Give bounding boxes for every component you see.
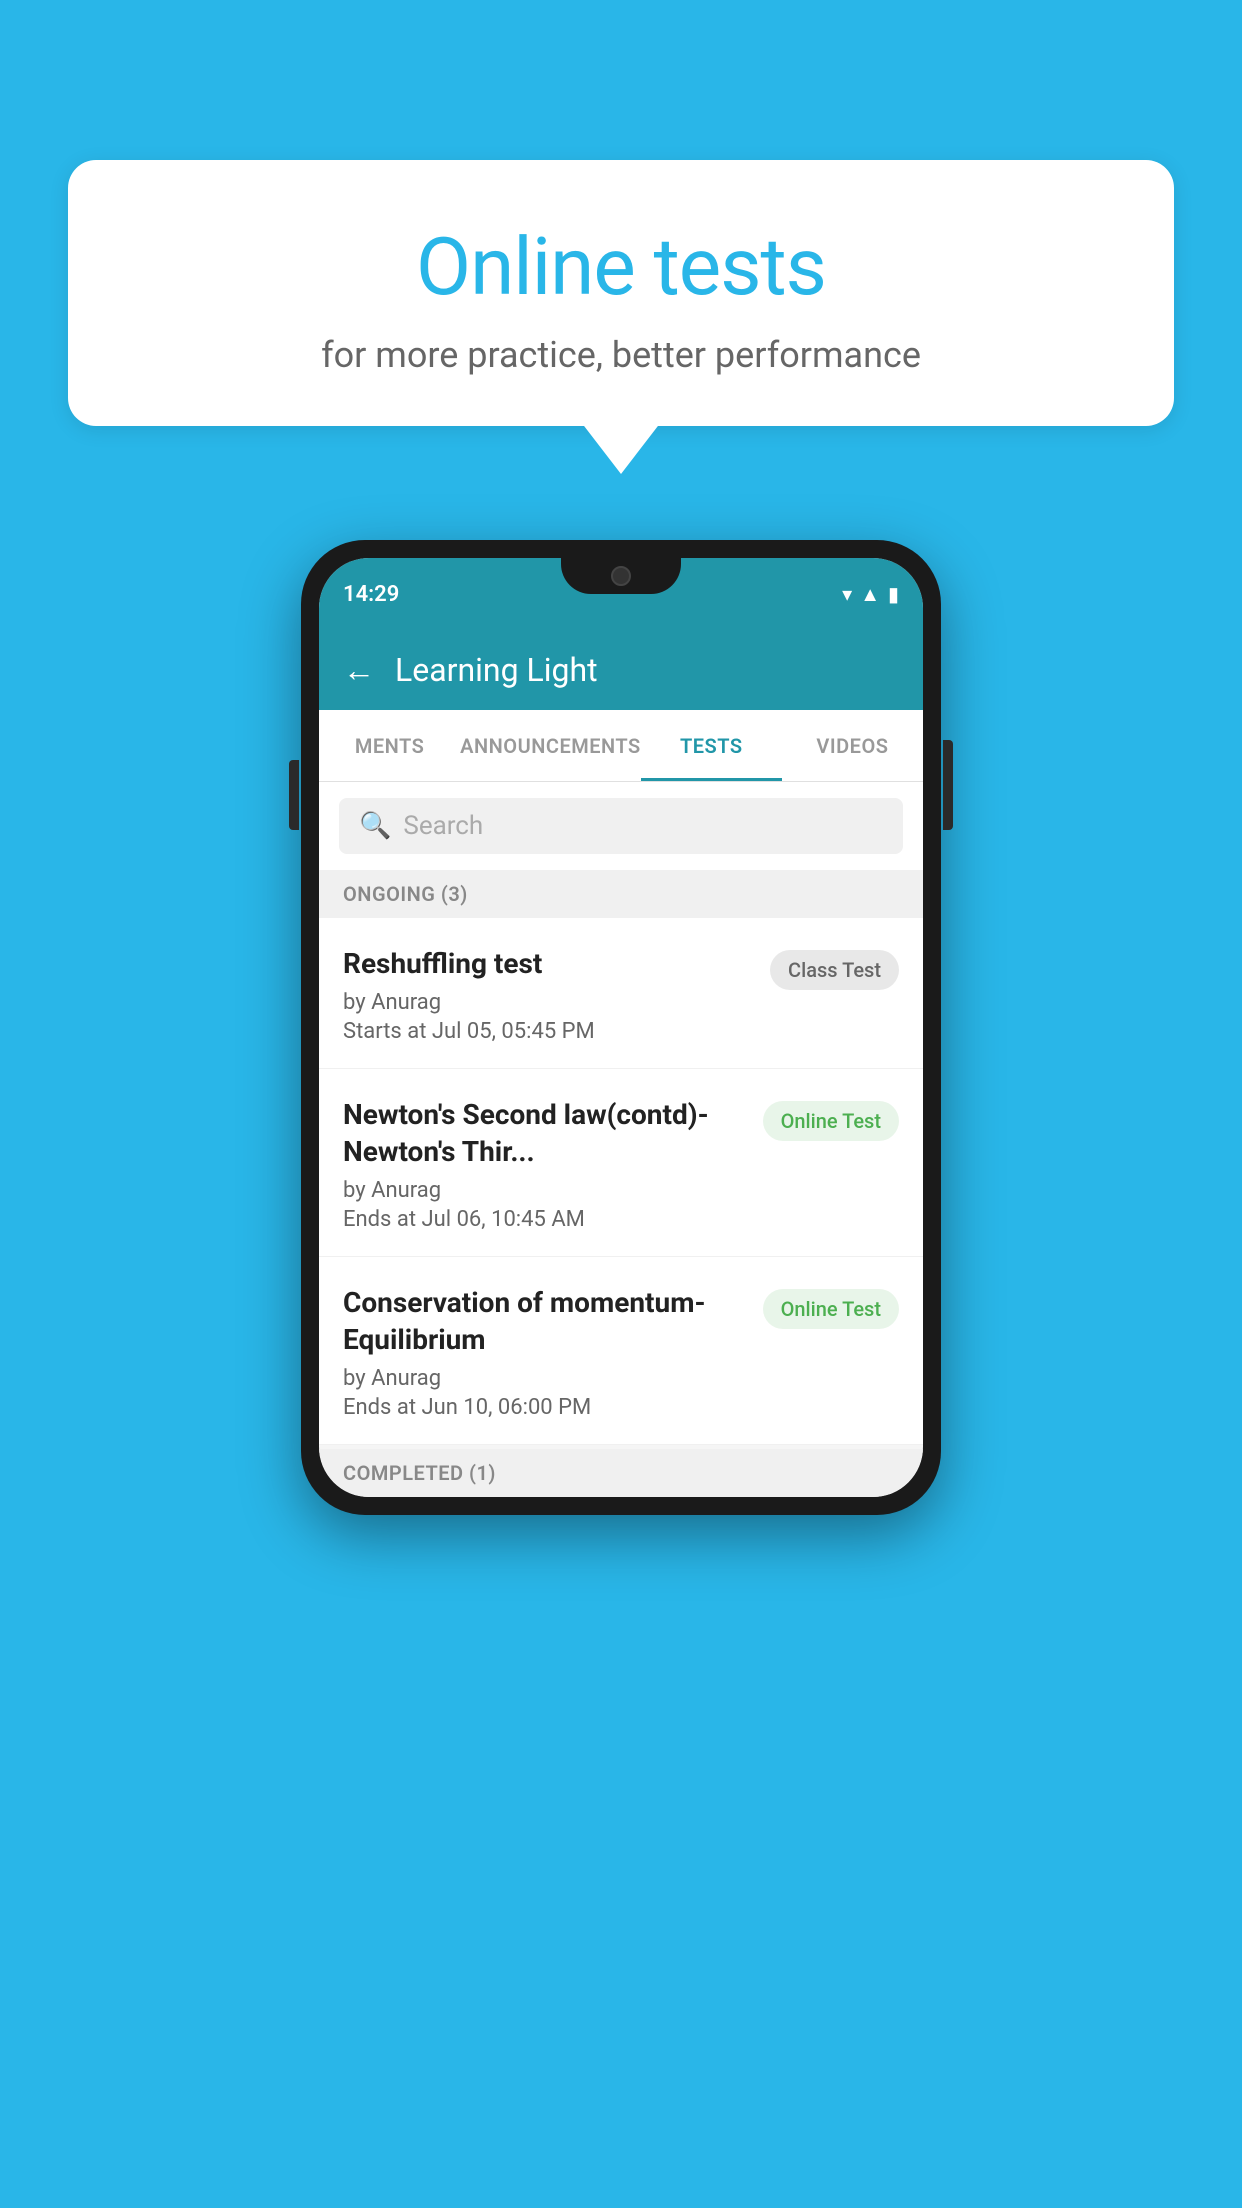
wifi-icon: ▾ (842, 582, 852, 606)
test-item-reshuffling[interactable]: Reshuffling test by Anurag Starts at Jul… (319, 918, 923, 1069)
app-title: Learning Light (395, 651, 598, 689)
phone-mockup: 14:29 ▾ ▲ ▮ ← Learning Light MENTS (301, 540, 941, 1515)
completed-section-header: COMPLETED (1) (319, 1449, 923, 1497)
test-badge-1: Class Test (770, 950, 899, 990)
phone-screen: 14:29 ▾ ▲ ▮ ← Learning Light MENTS (319, 558, 923, 1497)
test-time-1: Starts at Jul 05, 05:45 PM (343, 1019, 754, 1044)
tab-videos[interactable]: VIDEOS (782, 710, 923, 781)
test-badge-2: Online Test (763, 1101, 899, 1141)
ongoing-section-header: ONGOING (3) (319, 870, 923, 918)
tab-announcements[interactable]: ANNOUNCEMENTS (460, 710, 641, 781)
status-bar: 14:29 ▾ ▲ ▮ (319, 558, 923, 630)
test-info-3: Conservation of momentum-Equilibrium by … (343, 1285, 763, 1420)
test-info-1: Reshuffling test by Anurag Starts at Jul… (343, 946, 770, 1044)
tab-ments[interactable]: MENTS (319, 710, 460, 781)
test-name-2: Newton's Second law(contd)-Newton's Thir… (343, 1097, 747, 1170)
test-name-3: Conservation of momentum-Equilibrium (343, 1285, 747, 1358)
completed-label: COMPLETED (1) (343, 1461, 496, 1485)
phone-outer: 14:29 ▾ ▲ ▮ ← Learning Light MENTS (301, 540, 941, 1515)
app-header: ← Learning Light (319, 630, 923, 710)
test-time-2: Ends at Jul 06, 10:45 AM (343, 1207, 747, 1232)
test-author-1: by Anurag (343, 990, 754, 1015)
test-item-newton[interactable]: Newton's Second law(contd)-Newton's Thir… (319, 1069, 923, 1257)
battery-icon: ▮ (888, 582, 899, 606)
status-time: 14:29 (343, 582, 399, 607)
test-time-3: Ends at Jun 10, 06:00 PM (343, 1395, 747, 1420)
promo-card: Online tests for more practice, better p… (68, 160, 1174, 426)
tab-tests[interactable]: TESTS (641, 710, 782, 781)
search-input[interactable]: Search (403, 811, 483, 841)
test-author-3: by Anurag (343, 1366, 747, 1391)
back-button[interactable]: ← (343, 651, 375, 689)
search-bar[interactable]: 🔍 Search (339, 798, 903, 854)
test-list: Reshuffling test by Anurag Starts at Jul… (319, 918, 923, 1445)
tabs-bar: MENTS ANNOUNCEMENTS TESTS VIDEOS (319, 710, 923, 782)
test-item-conservation[interactable]: Conservation of momentum-Equilibrium by … (319, 1257, 923, 1445)
test-info-2: Newton's Second law(contd)-Newton's Thir… (343, 1097, 763, 1232)
notch-cutout (561, 558, 681, 594)
ongoing-label: ONGOING (3) (343, 882, 468, 906)
test-author-2: by Anurag (343, 1178, 747, 1203)
test-badge-3: Online Test (763, 1289, 899, 1329)
camera-notch (611, 566, 631, 586)
test-name-1: Reshuffling test (343, 946, 754, 982)
promo-title: Online tests (108, 220, 1134, 314)
status-icons: ▾ ▲ ▮ (842, 582, 899, 607)
signal-icon: ▲ (860, 582, 880, 607)
promo-subtitle: for more practice, better performance (108, 334, 1134, 376)
search-icon: 🔍 (359, 811, 391, 841)
search-container: 🔍 Search (319, 782, 923, 870)
